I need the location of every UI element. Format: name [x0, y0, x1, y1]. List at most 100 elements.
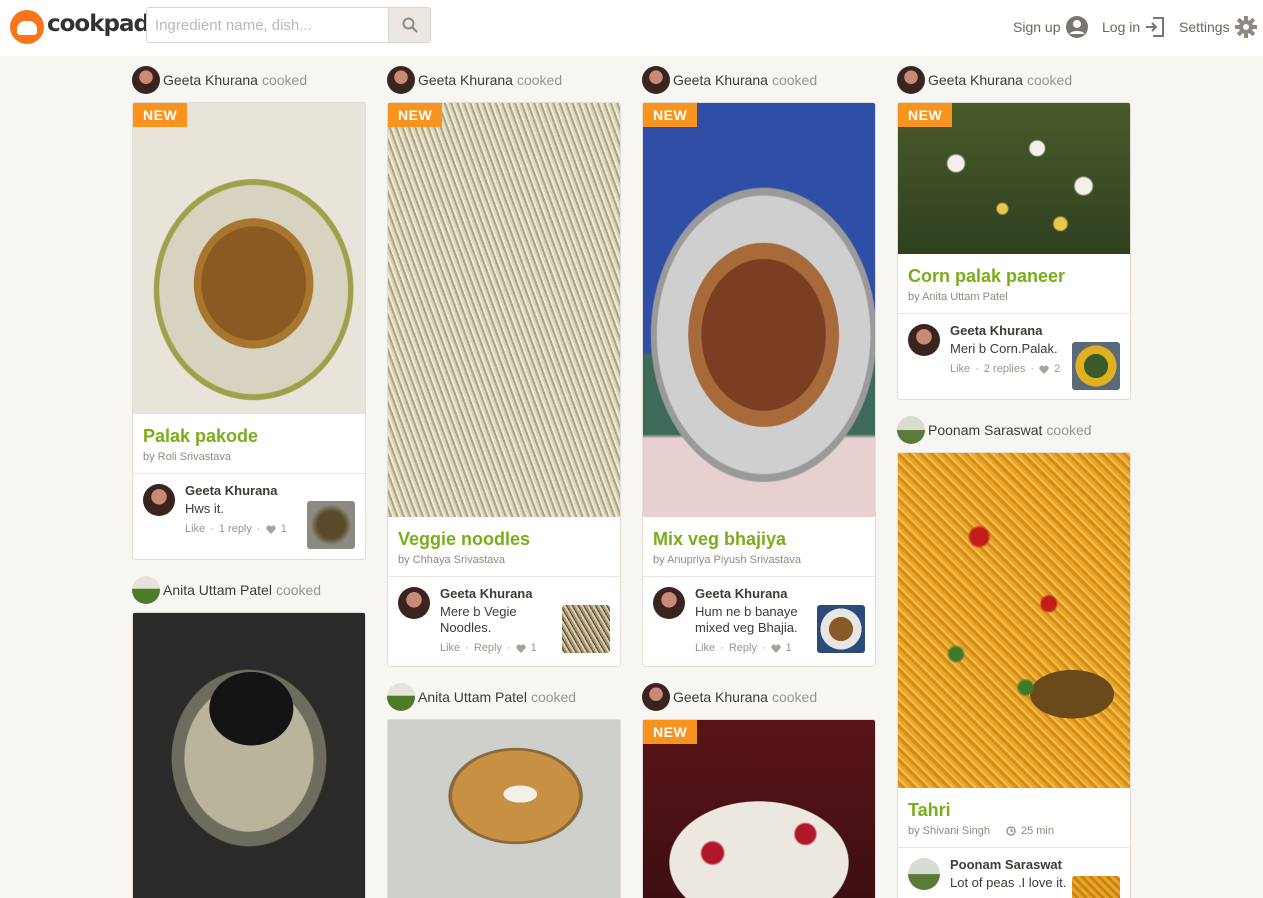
recipe-card[interactable]: NEW Corn palak paneer by Anita Uttam Pat… — [897, 102, 1131, 400]
user-name[interactable]: Anita Uttam Patel — [163, 582, 272, 598]
cooked-label: cooked — [530, 689, 577, 705]
commenter-name[interactable]: Poonam Saraswat — [950, 857, 1062, 872]
recipe-card[interactable]: NEW Palak pakode by Roli Srivastava Geet… — [132, 102, 366, 560]
reply-link[interactable]: Reply — [474, 642, 502, 654]
cook-time: 25 min — [1020, 825, 1054, 837]
recipe-photo[interactable] — [388, 720, 620, 898]
user-name[interactable]: Geeta Khurana — [673, 72, 768, 88]
comment-photo[interactable] — [307, 501, 355, 549]
signup-link[interactable]: Sign up — [1013, 14, 1089, 40]
avatar[interactable] — [642, 66, 670, 94]
recipe-author[interactable]: by Chhaya Srivastava — [388, 550, 620, 576]
heart-icon — [515, 644, 526, 653]
recipe-title[interactable]: Mix veg bhajiya — [643, 517, 875, 550]
avatar[interactable] — [132, 576, 160, 604]
user-name[interactable]: Geeta Khurana — [418, 72, 513, 88]
recipe-author[interactable]: by Shivani Singh — [908, 825, 990, 837]
user-name[interactable]: Anita Uttam Patel — [418, 689, 527, 705]
cooked-label: cooked — [771, 689, 818, 705]
login-icon — [1146, 17, 1165, 37]
signup-label: Sign up — [1013, 19, 1061, 35]
recipe-photo[interactable] — [898, 453, 1130, 788]
avatar[interactable] — [897, 66, 925, 94]
search-input[interactable] — [147, 8, 390, 42]
commenter-avatar[interactable] — [908, 324, 940, 356]
comment-photo[interactable] — [1072, 876, 1120, 898]
cooked-header: Geeta Khurana cooked — [897, 66, 1131, 94]
like-link[interactable]: Like — [440, 642, 460, 654]
login-link[interactable]: Log in — [1102, 14, 1165, 40]
settings-link[interactable]: Settings — [1179, 14, 1257, 40]
recipe-card[interactable]: Tahri by Shivani Singh 25 min Poonam Sar… — [897, 452, 1131, 898]
avatar[interactable] — [387, 683, 415, 711]
comment-text: Lot of peas .I love it. — [950, 875, 1067, 890]
recipe-photo[interactable]: NEW — [133, 103, 365, 414]
like-link[interactable]: Like — [185, 523, 205, 535]
cooked-header: Geeta Khurana cooked — [642, 66, 876, 94]
replies-link[interactable]: 2 replies — [984, 363, 1026, 375]
avatar[interactable] — [387, 66, 415, 94]
search-button[interactable] — [388, 8, 430, 42]
comment-photo[interactable] — [817, 605, 865, 653]
clock-icon — [1006, 826, 1016, 836]
avatar[interactable] — [642, 683, 670, 711]
comment-photo[interactable] — [562, 605, 610, 653]
recipe-title[interactable]: Palak pakode — [133, 414, 365, 447]
logo-text: cookpad — [47, 11, 150, 37]
recipe-title[interactable]: Tahri — [898, 788, 1130, 821]
recipe-author[interactable]: by Anita Uttam Patel — [898, 287, 1130, 313]
top-header: cookpad Sign up Log in Settings — [0, 0, 1263, 56]
like-link[interactable]: Like — [695, 642, 715, 654]
commenter-avatar[interactable] — [143, 484, 175, 516]
commenter-avatar[interactable] — [398, 587, 430, 619]
commenter-name[interactable]: Geeta Khurana — [695, 586, 787, 601]
commenter-name[interactable]: Geeta Khurana — [440, 586, 532, 601]
new-badge: NEW — [643, 103, 698, 127]
cooked-header: Geeta Khurana cooked — [387, 66, 621, 94]
user-name[interactable]: Geeta Khurana — [163, 72, 258, 88]
commenter-name[interactable]: Geeta Khurana — [185, 483, 277, 498]
recipe-card[interactable] — [132, 612, 366, 898]
commenter-avatar[interactable] — [653, 587, 685, 619]
recipe-photo[interactable]: NEW — [898, 103, 1130, 254]
cooked-label: cooked — [771, 72, 818, 88]
new-badge: NEW — [898, 103, 953, 127]
cooked-label: cooked — [516, 72, 563, 88]
commenter-avatar[interactable] — [908, 858, 940, 890]
user-name[interactable]: Geeta Khurana — [673, 689, 768, 705]
comment-text: Hws it. — [185, 501, 224, 516]
feed-column-1: Geeta Khurana cooked NEW Palak pakode by … — [132, 56, 366, 898]
avatar[interactable] — [897, 416, 925, 444]
avatar[interactable] — [132, 66, 160, 94]
comment: Geeta Khurana Mere b Vegie Noodles. Like… — [388, 576, 620, 666]
cookpad-logo[interactable]: cookpad — [10, 8, 150, 44]
cooked-header: Geeta Khurana cooked — [642, 683, 876, 711]
user-name[interactable]: Poonam Saraswat — [928, 422, 1042, 438]
recipe-card[interactable]: NEW Veggie noodles by Chhaya Srivastava … — [387, 102, 621, 667]
recipe-author[interactable]: by Roli Srivastava — [133, 447, 365, 473]
login-label: Log in — [1102, 19, 1141, 35]
comment-photo[interactable] — [1072, 342, 1120, 390]
recipe-photo[interactable]: NEW — [643, 720, 875, 898]
comment-actions: Like · 1 reply · 1 — [185, 523, 287, 535]
recipe-photo[interactable]: NEW — [388, 103, 620, 517]
recipe-author[interactable]: by Anupriya Piyush Srivastava — [643, 550, 875, 576]
recipe-title[interactable]: Veggie noodles — [388, 517, 620, 550]
commenter-name[interactable]: Geeta Khurana — [950, 323, 1042, 338]
replies-link[interactable]: 1 reply — [219, 523, 252, 535]
user-name[interactable]: Geeta Khurana — [928, 72, 1023, 88]
like-link[interactable]: Like — [950, 363, 970, 375]
recipe-title[interactable]: Corn palak paneer — [898, 254, 1130, 287]
feed-column-3: Geeta Khurana cooked NEW Mix veg bhajiya … — [642, 56, 876, 898]
recipe-card[interactable]: NEW Mix veg bhajiya by Anupriya Piyush S… — [642, 102, 876, 667]
reply-link[interactable]: Reply — [729, 642, 757, 654]
new-badge: NEW — [133, 103, 188, 127]
like-count: 2 — [1054, 363, 1061, 375]
recipe-photo[interactable]: NEW — [643, 103, 875, 517]
recipe-photo[interactable] — [133, 613, 365, 898]
heart-icon — [1039, 365, 1049, 374]
settings-label: Settings — [1179, 19, 1230, 35]
comment: Geeta Khurana Hum ne b banaye mixed veg … — [643, 576, 875, 666]
recipe-card[interactable] — [387, 719, 621, 898]
recipe-card[interactable]: NEW — [642, 719, 876, 898]
